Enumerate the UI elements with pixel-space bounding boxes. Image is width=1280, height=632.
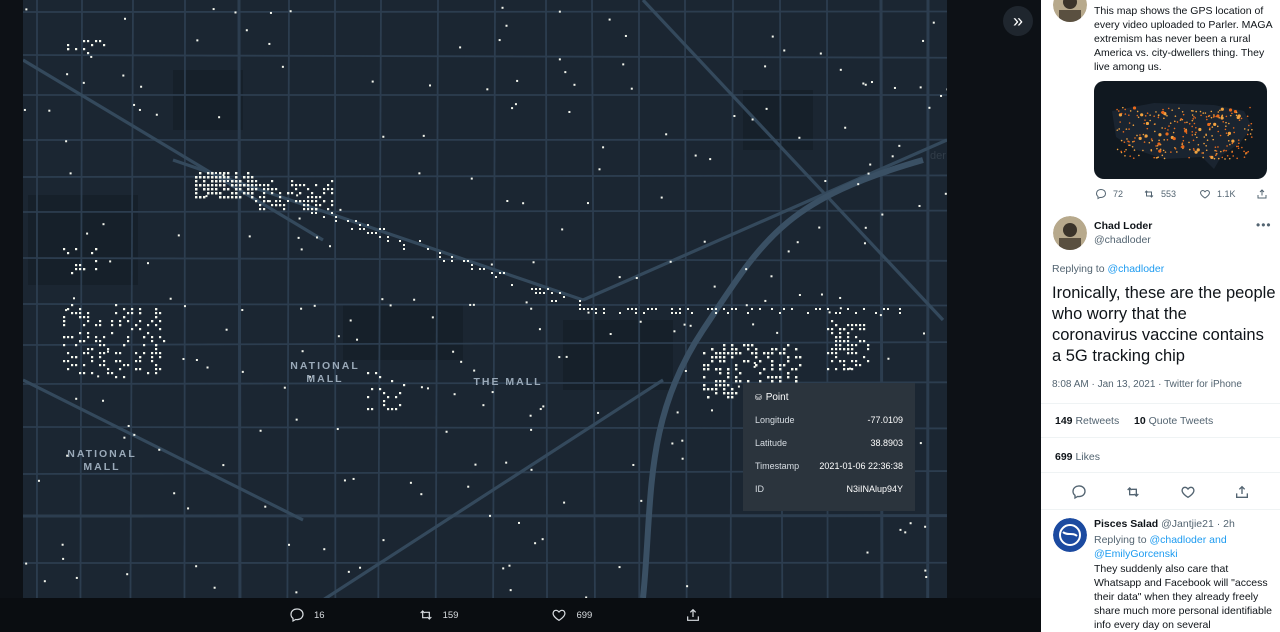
author-name[interactable]: Pisces Salad <box>1094 518 1158 530</box>
divider <box>1041 403 1280 404</box>
like-button[interactable]: 1.1K <box>1199 188 1236 200</box>
main-tweet-text: Ironically, these are the people who wor… <box>1052 284 1276 365</box>
reply-icon <box>1095 188 1107 200</box>
map-label-national-mall-west: NATIONAL MALL <box>67 448 137 473</box>
reply-button[interactable]: 72 <box>1095 188 1123 200</box>
like-button[interactable]: 699 <box>550 606 592 624</box>
retweet-icon[interactable] <box>1125 484 1141 500</box>
media-viewer: NATIONAL MALL THE MALL NATIONAL MALL der »… <box>0 0 1041 632</box>
tweet-text: This map shows the GPS location of every… <box>1094 5 1273 73</box>
point-info-popup: ⛁ Point Longitude -77.0109 Latitude 38.8… <box>743 383 915 511</box>
popup-value: 2021-01-06 22:36:38 <box>819 461 903 471</box>
double-chevron-right-icon: » <box>1012 10 1023 31</box>
ghost-text: der <box>930 150 946 162</box>
heart-icon[interactable] <box>1180 484 1196 500</box>
avatar[interactable] <box>1053 0 1087 22</box>
replying-to: Replying to @chadloder <box>1052 262 1164 276</box>
like-count: 1.1K <box>1217 189 1236 199</box>
reply-text: They suddenly also care that Whatsapp an… <box>1094 563 1273 631</box>
replying-to-link[interactable]: @chadloder <box>1107 263 1164 275</box>
likes-count: 699 <box>1055 451 1073 463</box>
divider <box>1041 437 1280 438</box>
popup-row-longitude: Longitude -77.0109 <box>755 415 903 425</box>
replying-to-label: Replying to <box>1094 534 1147 546</box>
popup-value: 38.8903 <box>870 438 903 448</box>
reply-header: Pisces Salad @Jantjie21 · 2h <box>1094 517 1279 531</box>
avatar-chad-loder[interactable] <box>1053 216 1087 250</box>
retweet-icon <box>1144 190 1154 198</box>
divider <box>1041 472 1280 473</box>
retweets-label: Retweets <box>1075 415 1120 427</box>
replying-to: Replying to @chadloder and @EmilyGorcens… <box>1094 533 1274 561</box>
tweet-media-thumbnail[interactable] <box>1094 81 1267 179</box>
popup-label: ID <box>755 484 764 494</box>
heart-icon <box>550 606 568 624</box>
quotes-count: 10 <box>1134 415 1146 427</box>
retweets-count: 149 <box>1055 415 1073 427</box>
popup-header: ⛁ Point <box>755 392 903 403</box>
retweet-icon <box>417 606 435 624</box>
likes-label: Likes <box>1075 451 1100 463</box>
divider <box>1041 509 1280 510</box>
reply-count: 16 <box>314 609 325 621</box>
share-icon[interactable] <box>1234 484 1250 500</box>
popup-row-id: ID N3iINAlup94Y <box>755 484 903 494</box>
popup-value: -77.0109 <box>867 415 903 425</box>
reply-icon <box>288 606 306 624</box>
heart-icon <box>1200 189 1210 199</box>
share-icon <box>1257 189 1267 199</box>
tweet-thread-panel: This map shows the GPS location of every… <box>1041 0 1280 632</box>
retweet-button[interactable]: 159 <box>417 606 459 624</box>
retweets-stat[interactable]: 149 Retweets <box>1055 414 1119 428</box>
popup-title: Point <box>765 392 789 403</box>
quotes-label: Quote Tweets <box>1148 415 1214 427</box>
reply-button[interactable]: 16 <box>288 606 325 624</box>
more-options-icon[interactable]: ••• <box>1256 218 1272 232</box>
popup-value: N3iINAlup94Y <box>846 484 903 494</box>
share-icon <box>684 606 702 624</box>
expand-panel-button[interactable]: » <box>1003 6 1033 36</box>
map-label-national-mall: NATIONAL MALL <box>290 360 360 385</box>
retweet-count: 553 <box>1161 189 1177 199</box>
quote-tweets-stat[interactable]: 10 Quote Tweets <box>1134 414 1213 428</box>
like-count: 699 <box>576 609 593 621</box>
share-button[interactable] <box>684 606 710 624</box>
avatar-pisces-salad[interactable] <box>1053 518 1087 552</box>
reply-count: 72 <box>1113 189 1124 199</box>
reply-icon[interactable] <box>1071 484 1087 500</box>
popup-row-timestamp: Timestamp 2021-01-06 22:36:38 <box>755 461 903 471</box>
likes-stat[interactable]: 699 Likes <box>1055 450 1100 464</box>
replying-to-label: Replying to <box>1052 263 1105 275</box>
author-name[interactable]: Chad Loder <box>1094 219 1152 233</box>
map-label-the-mall: THE MALL <box>473 376 543 388</box>
us-map-thumbnail <box>1112 103 1253 169</box>
author-handle[interactable]: @chadloder <box>1094 233 1151 247</box>
database-icon: ⛁ <box>755 393 762 402</box>
share-button[interactable] <box>1256 188 1274 200</box>
retweet-button[interactable]: 553 <box>1143 188 1176 200</box>
popup-label: Latitude <box>755 438 788 448</box>
popup-row-latitude: Latitude 38.8903 <box>755 438 903 448</box>
media-action-bar: 16 159 699 <box>0 598 1041 632</box>
retweet-count: 159 <box>442 609 459 621</box>
popup-label: Longitude <box>755 415 795 425</box>
author-handle[interactable]: @Jantjie21 · 2h <box>1161 518 1235 530</box>
popup-label: Timestamp <box>755 461 800 471</box>
tweet-meta: 8:08 AM · Jan 13, 2021 · Twitter for iPh… <box>1052 379 1242 390</box>
